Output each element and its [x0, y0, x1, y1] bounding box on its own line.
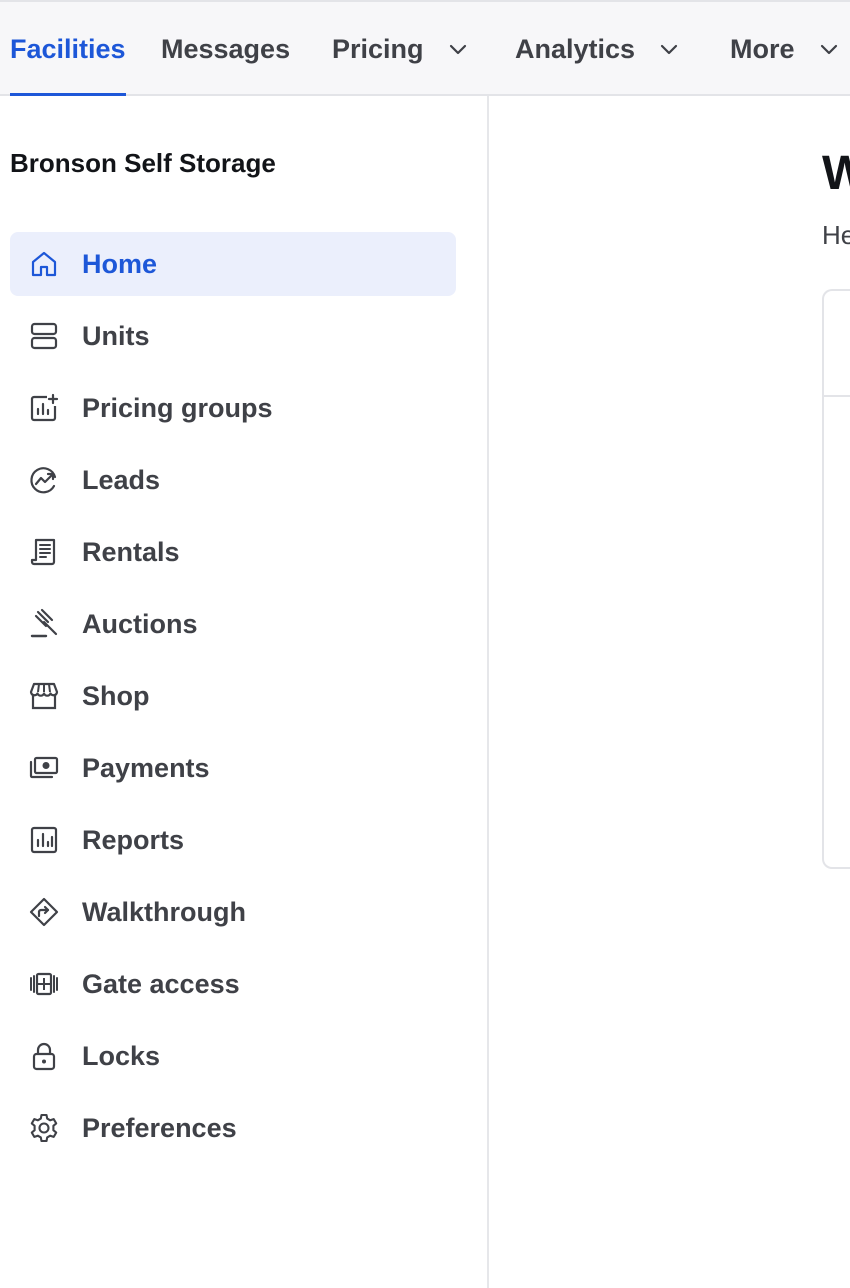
sidebar-item-label: Reports [82, 824, 185, 855]
tab-messages[interactable]: Messages [161, 2, 290, 96]
direction-sign-icon [28, 896, 60, 928]
units-icon [28, 320, 60, 352]
home-icon [28, 248, 60, 280]
sidebar-item-walkthrough[interactable]: Walkthrough [10, 880, 456, 944]
sidebar-item-label: Auctions [82, 608, 198, 639]
sidebar-item-units[interactable]: Units [10, 304, 456, 368]
sidebar-item-locks[interactable]: Locks [10, 1024, 456, 1088]
sidebar-item-label: Payments [82, 752, 210, 783]
facility-name: Bronson Self Storage [10, 148, 276, 178]
gate-icon [28, 968, 60, 1000]
tab-more[interactable]: More [730, 2, 841, 96]
tab-pricing[interactable]: Pricing [332, 2, 470, 96]
gear-icon [28, 1112, 60, 1144]
reports-icon [28, 824, 60, 856]
sidebar-item-pricing-groups[interactable]: Pricing groups [10, 376, 456, 440]
page-title: W [822, 147, 850, 200]
chevron-down-icon [817, 37, 841, 61]
sidebar-item-leads[interactable]: Leads [10, 448, 456, 512]
gavel-icon [28, 608, 60, 640]
tab-label: Analytics [515, 33, 636, 64]
tab-analytics[interactable]: Analytics [515, 2, 681, 96]
rentals-icon [28, 536, 60, 568]
leads-icon [28, 464, 60, 496]
sidebar-item-label: Shop [82, 680, 150, 711]
sidebar-item-payments[interactable]: Payments [10, 736, 456, 800]
sidebar-item-label: Walkthrough [82, 896, 246, 927]
sidebar-item-label: Gate access [82, 968, 240, 999]
tab-facilities[interactable]: Facilities [10, 2, 126, 96]
sidebar-item-label: Rentals [82, 536, 180, 567]
sidebar-item-gate-access[interactable]: Gate access [10, 952, 456, 1016]
storefront-icon [28, 680, 60, 712]
sidebar-item-label: Units [82, 320, 150, 351]
tab-label: More [730, 33, 795, 64]
tab-label: Pricing [332, 33, 424, 64]
top-navigation: Facilities Messages Pricing Analytics Mo… [0, 0, 850, 96]
chevron-down-icon [446, 37, 470, 61]
money-icon [28, 752, 60, 784]
card-divider [824, 395, 850, 397]
sidebar-item-reports[interactable]: Reports [10, 808, 456, 872]
chevron-down-icon [657, 37, 681, 61]
tab-label: Facilities [10, 33, 126, 64]
sidebar-item-rentals[interactable]: Rentals [10, 520, 456, 584]
main-content: W He [491, 96, 850, 1288]
page-subtitle: He [822, 220, 850, 250]
sidebar: Bronson Self Storage Home Units Pricing … [0, 96, 489, 1288]
sidebar-item-label: Preferences [82, 1112, 237, 1143]
tab-label: Messages [161, 33, 291, 64]
sidebar-item-shop[interactable]: Shop [10, 664, 456, 728]
sidebar-item-home[interactable]: Home [10, 232, 456, 296]
sidebar-item-auctions[interactable]: Auctions [10, 592, 456, 656]
sidebar-item-label: Home [82, 248, 158, 279]
sidebar-item-preferences[interactable]: Preferences [10, 1096, 456, 1160]
sidebar-item-label: Pricing groups [82, 392, 273, 423]
pricing-groups-icon [28, 392, 60, 424]
sidebar-item-label: Leads [82, 464, 161, 495]
lock-icon [28, 1040, 60, 1072]
content-card [822, 289, 850, 869]
sidebar-item-label: Locks [82, 1040, 161, 1071]
